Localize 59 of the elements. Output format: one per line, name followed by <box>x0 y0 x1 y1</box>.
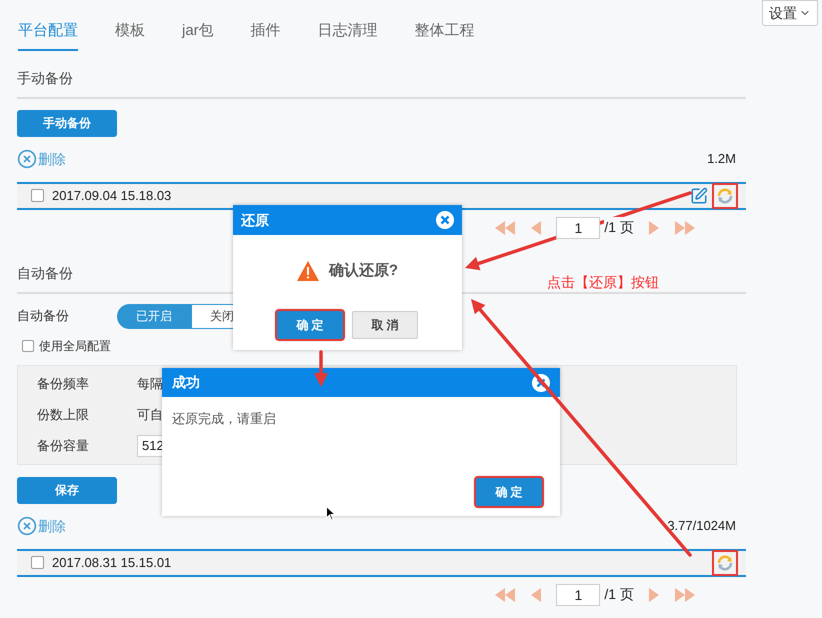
setting-label: 份数上限 <box>37 406 90 424</box>
dialog-title: 还原 <box>241 210 269 230</box>
tab[interactable]: 模板 <box>115 20 145 50</box>
refresh-button[interactable] <box>712 182 738 208</box>
delete-link[interactable]: 删除 <box>17 516 66 536</box>
backup-date: 2017.09.04 15.18.03 <box>52 186 172 205</box>
setting-text: 每隔 <box>137 374 163 393</box>
refresh-icon[interactable] <box>716 186 734 204</box>
dialog-title: 成功 <box>172 373 200 392</box>
dialog-message: 还原完成，请重启 <box>172 410 277 428</box>
setting-label: 备份频率 <box>37 374 90 393</box>
section-title: 自动备份 <box>17 264 73 280</box>
refresh-button[interactable] <box>712 550 738 576</box>
close-icon[interactable] <box>532 374 550 392</box>
dialog-button[interactable]: 取 消 <box>352 310 418 338</box>
checkbox[interactable] <box>22 340 34 352</box>
dialog-button[interactable]: 确 定 <box>476 478 542 506</box>
setting-text: 可自 <box>137 406 163 424</box>
page-number-field[interactable]: 1 <box>556 584 600 606</box>
storage-size: 3.77/1024M <box>667 517 736 536</box>
first-page-icon[interactable] <box>494 220 516 234</box>
delete-link[interactable]: 删除 <box>17 148 66 170</box>
tab[interactable]: 插件 <box>250 20 281 50</box>
dialog-button[interactable]: 确 定 <box>277 310 343 338</box>
delete-icon <box>17 149 37 169</box>
first-page-icon[interactable] <box>494 588 516 602</box>
previous-page-icon[interactable] <box>530 588 542 602</box>
refresh-icon[interactable] <box>716 554 734 572</box>
dialog-message: 确认还原? <box>328 261 398 281</box>
backup-row[interactable]: 2017.09.04 15.18.03 <box>17 182 746 210</box>
checkbox-label: 使用全局配置 <box>39 338 111 354</box>
setting-label: 备份容量 <box>37 436 90 455</box>
storage-size: 1.2M <box>707 150 736 168</box>
next-page-icon[interactable] <box>648 220 660 234</box>
manual-backup-button[interactable]: 手动备份 <box>17 110 117 136</box>
tab[interactable]: 平台配置 <box>18 20 78 50</box>
switch-option[interactable]: 已开启 <box>117 304 191 328</box>
annotation-arrow <box>314 350 328 387</box>
switch-label: 自动备份 <box>17 307 70 326</box>
page-number-field[interactable]: 1 <box>556 216 600 238</box>
tab[interactable]: jar包 <box>182 20 214 50</box>
close-icon[interactable] <box>436 211 454 229</box>
backup-row[interactable]: 2017.08.31 15.15.01 <box>17 548 746 576</box>
checkbox[interactable] <box>31 189 44 202</box>
backup-date: 2017.08.31 15.15.01 <box>52 554 172 572</box>
previous-page-icon[interactable] <box>530 220 542 234</box>
tab[interactable]: 整体工程 <box>414 20 475 50</box>
last-page-icon[interactable] <box>674 220 696 234</box>
next-page-icon[interactable] <box>648 588 660 602</box>
settings-dropdown[interactable]: 设置 <box>762 0 818 26</box>
section-title: 手动备份 <box>17 70 73 86</box>
save-button[interactable]: 保存 <box>17 476 117 504</box>
delete-icon <box>17 516 37 536</box>
edit-icon[interactable] <box>690 186 708 204</box>
last-page-icon[interactable] <box>674 588 696 602</box>
checkbox[interactable] <box>31 556 44 569</box>
tab[interactable]: 日志清理 <box>318 20 378 50</box>
annotation-text: 点击【还原】按钮 <box>547 273 659 292</box>
warning-icon <box>296 261 319 282</box>
